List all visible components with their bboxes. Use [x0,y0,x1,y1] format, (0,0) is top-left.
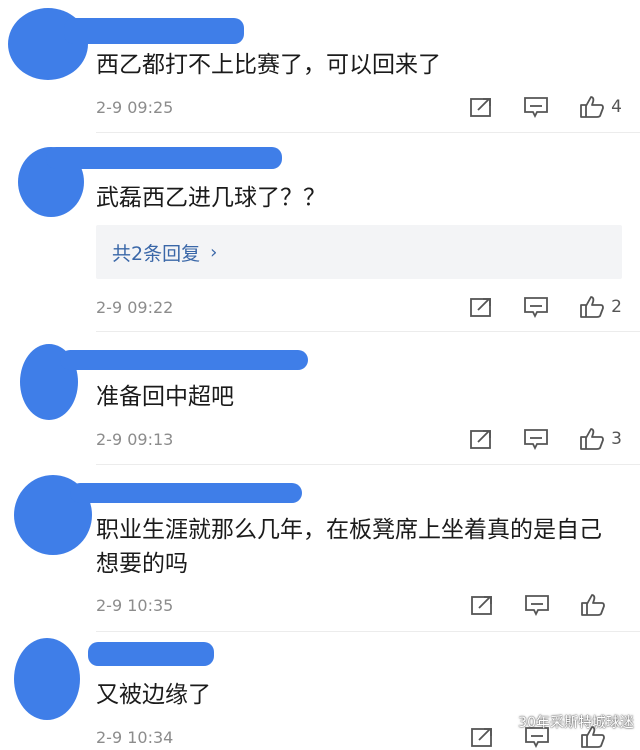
comment-icon [524,297,549,318]
like-button[interactable]: 4 [579,95,622,119]
watermark: 30年采斯特城球迷 [518,715,634,731]
share-button[interactable] [470,726,494,748]
username[interactable] [60,350,308,370]
share-button[interactable] [469,96,493,118]
like-count: 2 [611,297,622,317]
comment-text: 又被边缘了 [96,682,211,708]
thumbs-up-icon [580,428,605,450]
comment-icon [524,97,549,118]
comment-icon [525,595,549,616]
like-button[interactable] [580,593,622,617]
username[interactable] [64,18,244,44]
comment-text: 武磊西乙进几球了？？ [96,185,326,211]
share-icon [471,596,492,615]
share-icon [470,298,492,317]
share-button[interactable] [469,296,493,318]
comment-item: 准备回中超吧 2-9 09:13 3 [0,332,640,464]
comment-time: 2-9 09:22 [96,297,174,317]
comment-meta: 2-9 10:35 [96,592,622,618]
comment-meta: 2-9 09:22 2 [96,294,622,320]
comment-item: 职业生涯就那么几年，在板凳席上坐着真的是自己想要的吗 2-9 10:35 [0,465,640,631]
share-button[interactable] [469,428,493,450]
like-button[interactable]: 2 [579,295,622,319]
thumbs-up-icon [580,96,605,118]
comment-time: 2-9 10:34 [96,727,174,747]
username[interactable] [88,642,214,666]
like-count: 3 [611,429,622,449]
comment-item: 西乙都打不上比赛了，可以回来了 2-9 09:25 4 [0,0,640,132]
comment-time: 2-9 10:35 [96,595,174,615]
comment-item: 武磊西乙进几球了？？ 共2条回复 › 2-9 09:22 2 [0,133,640,331]
comment-text: 职业生涯就那么几年，在板凳席上坐着真的是自己想要的吗 [96,517,602,577]
reply-button[interactable] [523,296,549,318]
username[interactable] [70,483,302,503]
reply-count-label: 共2条回复 [112,242,201,265]
like-button[interactable]: 3 [579,427,622,451]
reply-button[interactable] [523,96,549,118]
comment-meta: 2-9 09:13 3 [96,426,622,452]
share-icon [470,430,492,449]
comment-text: 西乙都打不上比赛了，可以回来了 [96,52,441,78]
comment-time: 2-9 09:25 [96,97,174,117]
avatar[interactable] [14,638,80,720]
comment-icon [524,429,549,450]
comment-meta: 2-9 09:25 4 [96,94,622,120]
reply-button[interactable] [523,428,549,450]
share-button[interactable] [470,594,494,616]
reply-button[interactable] [524,594,550,616]
comment-text: 准备回中超吧 [96,384,234,410]
view-replies-button[interactable]: 共2条回复 › [96,225,622,279]
chevron-right-icon: › [210,241,218,263]
share-icon [471,728,492,747]
like-count: 4 [611,97,622,117]
username[interactable] [46,147,282,169]
comment-time: 2-9 09:13 [96,429,174,449]
share-icon [470,98,492,117]
thumbs-up-icon [580,296,605,318]
thumbs-up-icon [581,594,605,616]
